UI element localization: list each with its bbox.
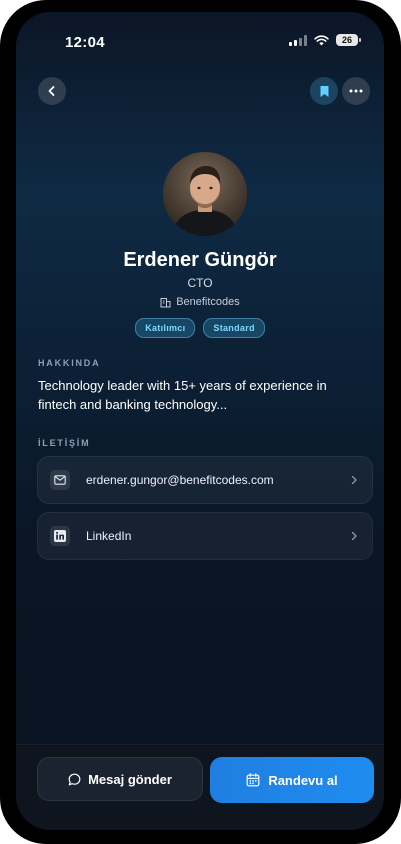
bookmark-button[interactable] bbox=[310, 77, 338, 105]
chat-bubble-icon bbox=[68, 773, 81, 785]
phone-frame: 12:04 26 Erdener Güngör CTO Benefitcodes… bbox=[0, 0, 401, 844]
avatar bbox=[163, 152, 247, 236]
profile-role: CTO bbox=[187, 276, 213, 290]
send-message-label: Mesaj gönder bbox=[88, 771, 172, 787]
company-name: Benefitcodes bbox=[176, 296, 240, 308]
screen: 12:04 26 Erdener Güngör CTO Benefitcodes… bbox=[16, 12, 384, 830]
contact-section-label: İLETİŞİM bbox=[38, 438, 91, 448]
contact-email-row[interactable]: erdener.gungor@benefitcodes.com bbox=[37, 456, 373, 504]
contact-email-text: erdener.gungor@benefitcodes.com bbox=[86, 473, 274, 487]
about-section-label: HAKKINDA bbox=[38, 358, 101, 368]
signal-icon bbox=[289, 34, 307, 46]
chevron-right-icon bbox=[350, 531, 358, 541]
about-text: Technology leader with 15+ years of expe… bbox=[38, 378, 327, 412]
calendar-icon bbox=[246, 773, 260, 787]
mail-icon bbox=[50, 470, 70, 490]
wifi-icon bbox=[314, 34, 329, 45]
book-appointment-label: Randevu al bbox=[268, 772, 338, 788]
bottom-action-bar: Mesaj gönder Randevu al bbox=[16, 744, 384, 830]
send-message-button[interactable]: Mesaj gönder bbox=[37, 757, 203, 801]
avatar-photo bbox=[163, 152, 247, 236]
profile-company: Benefitcodes bbox=[16, 296, 384, 308]
battery-icon: 26 bbox=[336, 34, 361, 46]
back-button[interactable] bbox=[38, 77, 66, 105]
building-icon bbox=[160, 297, 171, 307]
linkedin-icon bbox=[50, 526, 70, 546]
badge-row: Katılımcı Standard bbox=[16, 318, 384, 338]
chevron-left-icon bbox=[48, 86, 55, 96]
profile-name: Erdener Güngör bbox=[123, 249, 277, 271]
tier-badge: Standard bbox=[203, 318, 265, 338]
book-appointment-button[interactable]: Randevu al bbox=[210, 757, 374, 803]
status-icons: 26 bbox=[289, 34, 361, 46]
status-bar: 12:04 26 bbox=[16, 12, 384, 64]
status-badge: Katılımcı bbox=[135, 318, 196, 338]
contact-linkedin-row[interactable]: LinkedIn bbox=[37, 512, 373, 560]
status-time: 12:04 bbox=[65, 34, 105, 51]
contact-linkedin-text: LinkedIn bbox=[86, 529, 132, 543]
bookmark-icon bbox=[320, 85, 328, 97]
more-button[interactable] bbox=[342, 77, 370, 105]
more-horizontal-icon bbox=[349, 89, 363, 93]
chevron-right-icon bbox=[350, 475, 358, 485]
